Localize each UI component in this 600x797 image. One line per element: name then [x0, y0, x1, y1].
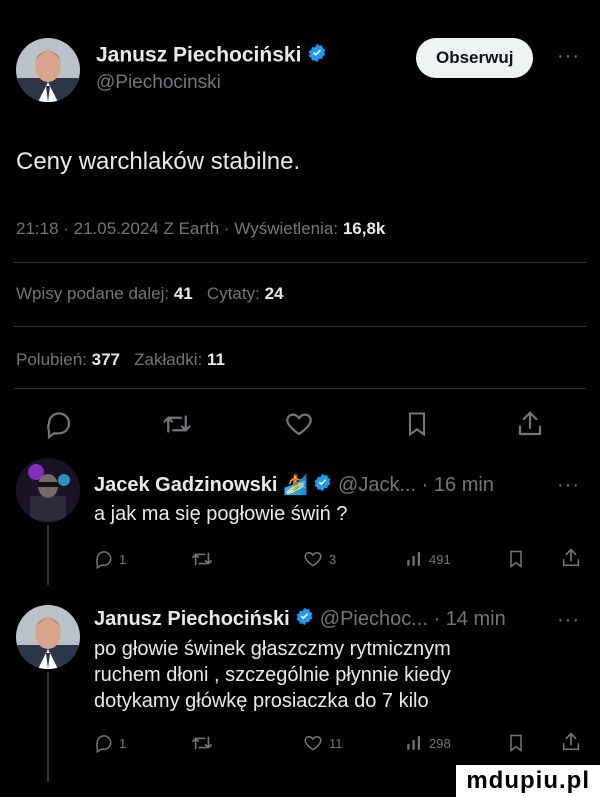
- thread-line: [47, 525, 49, 585]
- more-options-icon[interactable]: ···: [557, 45, 580, 68]
- tweet-timestamp-views: 21:18 · 21.05.2024 Z Earth · Wyświetleni…: [16, 219, 385, 239]
- watermark: mdupiu.pl: [456, 765, 600, 797]
- reply-avatar[interactable]: [16, 605, 80, 669]
- reply-icon[interactable]: [94, 733, 114, 753]
- tweet-text: Ceny warchlaków stabilne.: [16, 148, 301, 175]
- reply-text: po głowie świnek głaszczmy rytmicznym ru…: [94, 636, 451, 714]
- reply-avatar[interactable]: [16, 458, 80, 522]
- views-count: 16,8k: [342, 219, 386, 238]
- share-icon[interactable]: [515, 408, 545, 440]
- repost-icon[interactable]: [190, 732, 214, 759]
- reply-more-icon[interactable]: ···: [557, 474, 580, 497]
- like-count: 3: [329, 551, 337, 567]
- reply-count: 1: [119, 551, 127, 567]
- reply-header: Jacek Gadzinowski 🏄 @Jack... · 16 min: [94, 472, 494, 498]
- verified-badge-icon: [313, 473, 332, 498]
- reply-icon[interactable]: [44, 409, 74, 439]
- view-count: 298: [429, 735, 451, 751]
- repost-icon[interactable]: [161, 409, 193, 439]
- reply-action-views[interactable]: 491: [405, 549, 451, 569]
- verified-badge-icon: [307, 43, 327, 69]
- share-icon[interactable]: [560, 730, 582, 759]
- author-handle[interactable]: @Piechocinski: [96, 72, 221, 94]
- reply-action-like[interactable]: 11: [302, 733, 343, 753]
- views-icon[interactable]: [405, 733, 423, 753]
- author-avatar[interactable]: [16, 38, 80, 102]
- bookmark-icon[interactable]: [506, 732, 526, 759]
- reply-action-like[interactable]: 3: [302, 549, 336, 569]
- divider: [14, 326, 586, 327]
- divider: [14, 388, 586, 389]
- like-icon[interactable]: [302, 733, 324, 753]
- follow-button[interactable]: Obserwuj: [416, 38, 534, 78]
- reply-more-icon[interactable]: ···: [557, 609, 580, 632]
- reply-action-reply[interactable]: 1: [94, 733, 126, 753]
- likes-label[interactable]: Polubień:: [16, 350, 87, 369]
- reply-text-line: po głowie świnek głaszczmy rytmicznym: [94, 638, 451, 660]
- reposts-label[interactable]: Wpisy podane dalej:: [16, 284, 169, 303]
- author-name-text[interactable]: Janusz Piechociński: [96, 44, 301, 67]
- divider: [14, 262, 586, 263]
- reply-action-views[interactable]: 298: [405, 733, 451, 753]
- reply-author-name[interactable]: Jacek Gadzinowski: [94, 474, 277, 496]
- surfer-emoji: 🏄: [282, 474, 308, 496]
- like-count: 11: [329, 735, 343, 751]
- repost-icon[interactable]: [190, 548, 214, 575]
- like-icon[interactable]: [302, 549, 324, 569]
- reply-icon[interactable]: [94, 549, 114, 569]
- reply-text-line: ruchem dłoni , szczególnie płynnie kiedy: [94, 664, 451, 686]
- reply-handle-time[interactable]: @Piechoc... · 14 min: [320, 608, 506, 630]
- reply-author-name[interactable]: Janusz Piechociński: [94, 608, 290, 630]
- quotes-label[interactable]: Cytaty:: [207, 284, 260, 303]
- share-icon[interactable]: [560, 546, 582, 575]
- likes-bookmarks-row: Polubień: 377 Zakładki: 11: [16, 350, 225, 370]
- reposts-count[interactable]: 41: [174, 284, 193, 303]
- bookmarks-count: 11: [206, 350, 225, 369]
- reply-action-reply[interactable]: 1: [94, 549, 126, 569]
- bookmark-icon[interactable]: [506, 548, 526, 575]
- reply-text: a jak ma się pogłowie świń ?: [94, 503, 348, 525]
- verified-badge-icon: [295, 607, 314, 632]
- bookmarks-label: Zakładki:: [134, 350, 203, 369]
- likes-count[interactable]: 377: [92, 350, 120, 369]
- quotes-count[interactable]: 24: [265, 284, 284, 303]
- bookmark-icon[interactable]: [403, 409, 431, 439]
- tweet-timestamp: 21:18 · 21.05.2024 Z Earth · Wyświetleni…: [16, 219, 339, 238]
- like-icon[interactable]: [283, 409, 315, 439]
- author-name[interactable]: Janusz Piechociński: [96, 43, 327, 69]
- reply-text-line: dotykamy główkę prosiaczka do 7 kilo: [94, 690, 429, 712]
- thread-line: [47, 672, 49, 782]
- views-icon[interactable]: [405, 549, 423, 569]
- reply-handle-time[interactable]: @Jack... · 16 min: [338, 474, 494, 496]
- reposts-quotes-row: Wpisy podane dalej: 41 Cytaty: 24: [16, 284, 283, 304]
- reply-header: Janusz Piechociński @Piechoc... · 14 min: [94, 607, 506, 632]
- reply-count: 1: [119, 735, 127, 751]
- view-count: 491: [429, 551, 451, 567]
